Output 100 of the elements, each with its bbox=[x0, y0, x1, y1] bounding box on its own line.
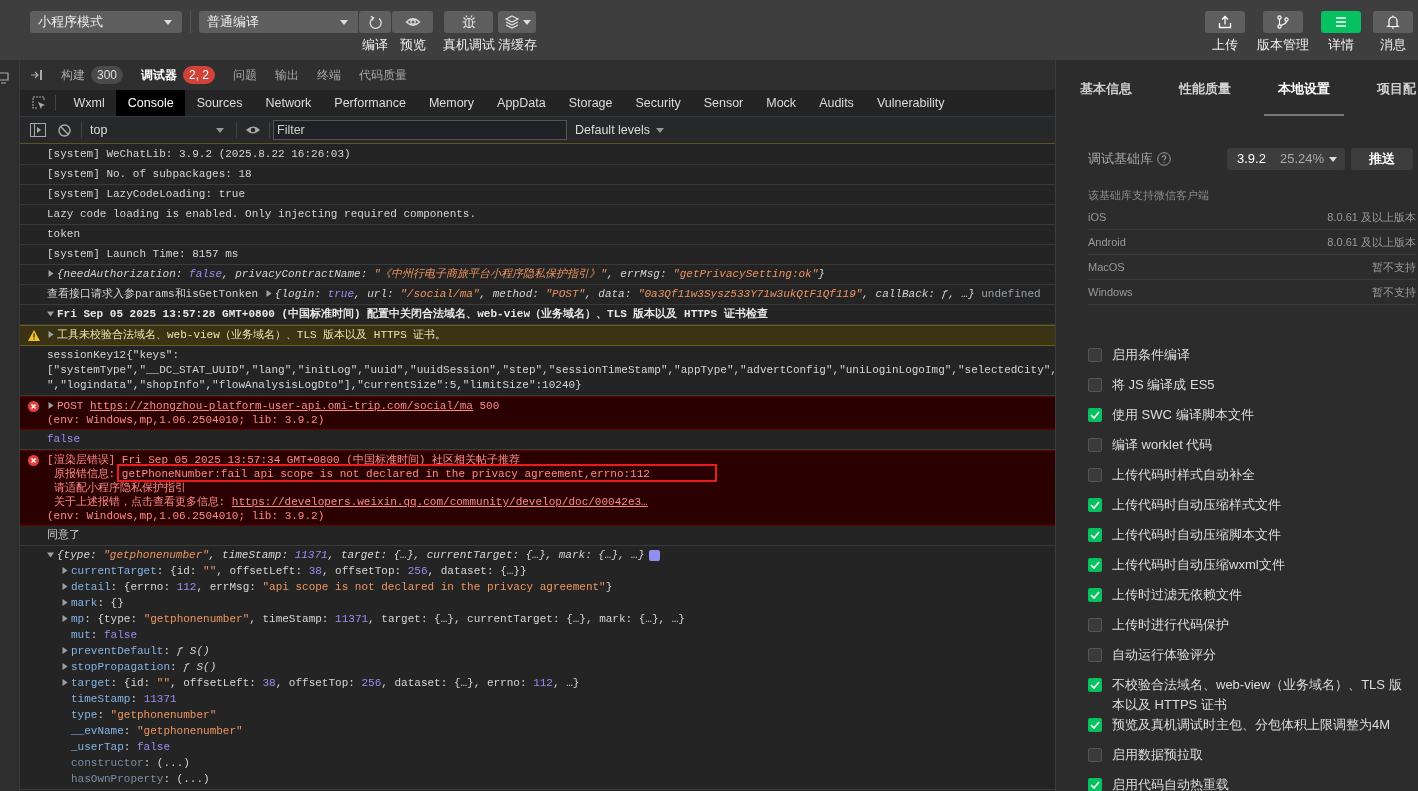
details-tab[interactable]: 性能质量 bbox=[1165, 60, 1245, 116]
link[interactable]: https://developers.weixin.qq.com/community/develop/doc/00042e3… bbox=[231, 496, 648, 508]
button-label: 预览 bbox=[399, 37, 426, 53]
console-line: timeStamp: 11371 bbox=[70, 692, 178, 707]
toolbar-button[interactable] bbox=[1373, 11, 1413, 33]
toolbar-button[interactable] bbox=[498, 11, 536, 33]
caret-icon bbox=[1329, 156, 1337, 162]
toolbar-button[interactable] bbox=[444, 11, 493, 33]
check-icon bbox=[1090, 781, 1100, 789]
devtools-tab[interactable]: Wxml bbox=[62, 90, 117, 116]
checkbox[interactable] bbox=[1088, 378, 1102, 392]
devtools-tab[interactable]: AppData bbox=[485, 90, 558, 116]
devtools-tab[interactable]: Storage bbox=[557, 90, 624, 116]
option-label: 上传时过滤无依赖文件 bbox=[1112, 586, 1242, 604]
panel-tab[interactable]: 构建 300 bbox=[52, 60, 133, 90]
filter-field[interactable]: Filter bbox=[273, 120, 567, 140]
console-line: Fri Sep 05 2025 13:57:28 GMT+0800 (中国标准时间) 配置中关闭合法域名、web-view（业务域名）、TLS 版本以及 HTTPS 证书检查 bbox=[47, 307, 1055, 322]
expand-arrow-icon[interactable] bbox=[61, 679, 69, 688]
expand-arrow-icon[interactable] bbox=[47, 402, 55, 411]
toolbar-button[interactable] bbox=[1263, 11, 1303, 33]
caret-icon bbox=[340, 19, 348, 25]
context-select[interactable]: top bbox=[90, 120, 228, 140]
console-line: __evName: "getphonenumber" bbox=[70, 724, 244, 739]
toolbar-button[interactable] bbox=[1205, 11, 1245, 33]
button-label: 真机调试 bbox=[442, 37, 495, 53]
checkbox[interactable] bbox=[1088, 678, 1102, 692]
panel-tab[interactable]: 问题 bbox=[224, 60, 267, 90]
option-label: 启用代码自动热重载 bbox=[1112, 776, 1229, 791]
panel-tab[interactable]: 代码质量 bbox=[350, 60, 417, 90]
option-label: 上传时进行代码保护 bbox=[1112, 616, 1229, 634]
devtools-tab[interactable]: Memory bbox=[417, 90, 486, 116]
checkbox[interactable] bbox=[1088, 408, 1102, 422]
version-select[interactable]: 3.9.2 25.24% bbox=[1227, 148, 1345, 170]
devtools-tab[interactable]: Mock bbox=[754, 90, 808, 116]
checkbox[interactable] bbox=[1088, 528, 1102, 542]
option-label: 自动运行体验评分 bbox=[1112, 646, 1216, 664]
collapse-arrow-icon[interactable] bbox=[47, 551, 55, 560]
caret-icon bbox=[522, 19, 531, 25]
devtools-tab[interactable]: Network bbox=[254, 90, 323, 116]
option-label: 上传代码时自动压缩样式文件 bbox=[1112, 496, 1281, 514]
checkbox[interactable] bbox=[1088, 748, 1102, 762]
caret-icon bbox=[216, 127, 224, 133]
panel-tab[interactable]: 终端 bbox=[308, 60, 351, 90]
compile-select[interactable]: 普通编译 bbox=[199, 11, 358, 33]
checkbox[interactable] bbox=[1088, 348, 1102, 362]
devtools-tab[interactable]: Console bbox=[116, 90, 186, 116]
console-line: ["systemType","__DC_STAT_UUID","lang","initLog","uuid","uuidSession","step","sessionTimeStamp","appType","advertConfig","uniLoginLogoImg","selectedCity", bbox=[47, 363, 1055, 378]
console-line: sessionKey12{"keys": bbox=[47, 348, 181, 363]
menu-icon bbox=[1333, 14, 1349, 30]
panel-tab[interactable]: 调试器 2, 2 bbox=[132, 60, 225, 90]
expand-arrow-icon[interactable] bbox=[47, 331, 55, 340]
console-line: Lazy code loading is enabled. Only injecting required components. bbox=[47, 207, 478, 222]
expand-arrow-icon[interactable] bbox=[61, 599, 69, 608]
toolbar-button[interactable] bbox=[392, 11, 433, 33]
details-tab[interactable]: 本地设置 bbox=[1264, 60, 1344, 116]
option-label: 预览及真机调试时主包、分包体积上限调整为4M bbox=[1112, 716, 1391, 734]
checkbox[interactable] bbox=[1088, 588, 1102, 602]
link[interactable]: https://zhongzhou-platform-user-api.omi-trip.com/social/ma bbox=[90, 400, 473, 412]
expand-arrow-icon[interactable] bbox=[47, 270, 55, 279]
checkbox[interactable] bbox=[1088, 558, 1102, 572]
expand-arrow-icon[interactable] bbox=[61, 647, 69, 656]
expand-arrow-icon[interactable] bbox=[61, 663, 69, 672]
checkbox[interactable] bbox=[1088, 618, 1102, 632]
sidebar-icon bbox=[30, 123, 46, 137]
devtools-tab[interactable]: Security bbox=[624, 90, 693, 116]
levels-select[interactable]: Default levels bbox=[575, 120, 665, 140]
check-icon bbox=[1090, 681, 1100, 689]
version-text: 暂不支持 bbox=[1372, 284, 1416, 300]
check-icon bbox=[1090, 411, 1100, 419]
option-label: 不校验合法域名、web-view（业务域名）、TLS 版本以及 HTTPS 证书 bbox=[1112, 676, 1403, 714]
layers-icon bbox=[503, 14, 520, 30]
checkbox[interactable] bbox=[1088, 498, 1102, 512]
dock-icon bbox=[30, 69, 44, 81]
console-line: (env: Windows,mp,1.06.2504010; lib: 3.9.2) bbox=[47, 413, 326, 427]
console-line: type: "getphonenumber" bbox=[70, 708, 218, 723]
push-button[interactable]: 推送 bbox=[1351, 148, 1413, 170]
checkbox[interactable] bbox=[1088, 648, 1102, 662]
devtools-tab[interactable]: Vulnerability bbox=[865, 90, 956, 116]
devtools-tab[interactable]: Audits bbox=[807, 90, 866, 116]
devtools-tab[interactable]: Sources bbox=[185, 90, 254, 116]
details-tab[interactable]: 项目配 bbox=[1363, 60, 1418, 116]
checkbox[interactable] bbox=[1088, 438, 1102, 452]
checkbox[interactable] bbox=[1088, 778, 1102, 791]
checkbox[interactable] bbox=[1088, 468, 1102, 482]
help-icon bbox=[1157, 152, 1171, 166]
expand-arrow-icon[interactable] bbox=[61, 615, 69, 624]
devtools-tab[interactable]: Sensor bbox=[692, 90, 755, 116]
panel-tab[interactable]: 输出 bbox=[266, 60, 309, 90]
collapse-arrow-icon[interactable] bbox=[47, 310, 55, 319]
toolbar-button[interactable] bbox=[359, 11, 391, 33]
expand-arrow-icon[interactable] bbox=[264, 290, 273, 299]
checkbox[interactable] bbox=[1088, 718, 1102, 732]
check-icon bbox=[1090, 501, 1100, 509]
details-tab[interactable]: 基本信息 bbox=[1066, 60, 1146, 116]
console-line: constructor: (...) bbox=[70, 756, 191, 771]
devtools-tab[interactable]: Performance bbox=[322, 90, 418, 116]
setting-label: 调试基础库 bbox=[1088, 150, 1153, 169]
expand-arrow-icon[interactable] bbox=[61, 583, 69, 592]
mode-select[interactable]: 小程序模式 bbox=[30, 11, 182, 33]
expand-arrow-icon[interactable] bbox=[61, 567, 69, 576]
